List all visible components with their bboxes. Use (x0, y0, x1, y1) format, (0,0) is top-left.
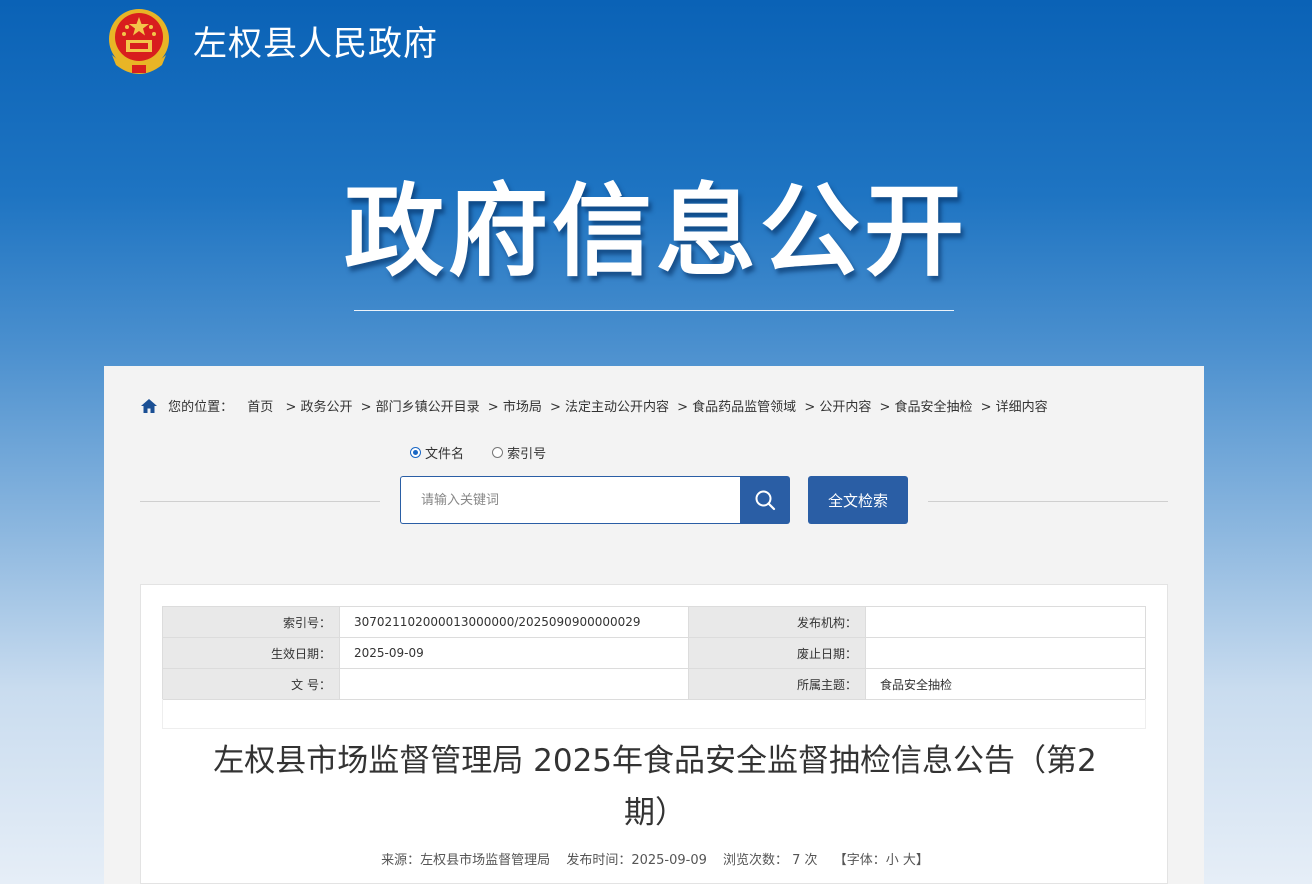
topic-value: 食品安全抽检 (865, 668, 1146, 700)
index-key: 索引号： (162, 606, 340, 638)
org-key: 发布机构： (688, 606, 866, 638)
article-source: 来源：左权县市场监督管理局 (381, 853, 551, 868)
radio-filename-label: 文件名 (425, 447, 465, 462)
radio-filename-dot[interactable] (410, 447, 421, 458)
site-name[interactable]: 左权县人民政府 (193, 16, 438, 65)
content-panel: 您的位置： 首页 > 政务公开 > 部门乡镇公开目录 > 市场局 > 法定主动公… (104, 366, 1204, 884)
search-icon (755, 490, 776, 511)
org-value (865, 606, 1146, 638)
radio-filename[interactable]: 文件名 (410, 443, 464, 462)
article-container: 索引号： 307021102000013000000/2025090900000… (140, 584, 1168, 884)
site-header: 左权县人民政府 (0, 0, 1312, 90)
breadcrumb-item-dept-directory[interactable]: > 部门乡镇公开目录 (361, 400, 480, 415)
expire-date-value (865, 637, 1146, 669)
font-size-control[interactable]: 【字体：小 大】 (834, 853, 929, 868)
breadcrumb-item-detail: > 详细内容 (980, 400, 1048, 415)
breadcrumb-item-gov-affairs[interactable]: > 政务公开 (285, 400, 352, 415)
metadata-spacer (162, 699, 1146, 729)
radio-index-label: 索引号 (507, 447, 547, 462)
radio-index[interactable]: 索引号 (492, 443, 546, 462)
table-row: 索引号： 307021102000013000000/2025090900000… (162, 606, 1146, 638)
effective-date-key: 生效日期： (162, 637, 340, 669)
table-row: 生效日期： 2025-09-09 废止日期： (162, 637, 1146, 669)
search-input[interactable] (419, 477, 723, 523)
doc-number-value (339, 668, 689, 700)
doc-number-key: 文 号： (162, 668, 340, 700)
hero-title: 政府信息公开 (344, 173, 968, 290)
breadcrumb-item-food-sampling[interactable]: > 食品安全抽检 (879, 400, 972, 415)
home-icon (141, 399, 157, 413)
table-row: 文 号： 所属主题： 食品安全抽检 (162, 668, 1146, 700)
breadcrumb-item-home[interactable]: 首页 (247, 400, 273, 415)
index-value: 307021102000013000000/2025090900000029 (339, 606, 689, 638)
effective-date-value: 2025-09-09 (339, 637, 689, 669)
radio-index-dot[interactable] (492, 447, 504, 458)
expire-date-key: 废止日期： (688, 637, 866, 669)
search-divider-left (140, 501, 380, 502)
article-views: 浏览次数： 7 次 (723, 853, 818, 868)
metadata-table: 索引号： 307021102000013000000/2025090900000… (162, 606, 1146, 700)
search-button[interactable] (740, 476, 790, 524)
breadcrumb-item-public-content[interactable]: > 公开内容 (804, 400, 871, 415)
breadcrumb-item-market-bureau[interactable]: > 市场局 (488, 400, 542, 415)
topic-key: 所属主题： (688, 668, 866, 700)
hero-divider (354, 310, 954, 311)
breadcrumb-prefix: 您的位置： (168, 400, 234, 415)
national-emblem-icon[interactable] (104, 5, 174, 79)
article-title: 左权县市场监督管理局 2025年食品安全监督抽检信息公告（第2期） (213, 743, 1097, 831)
search-box (400, 476, 740, 524)
fulltext-search-button[interactable]: 全文检索 (808, 476, 908, 524)
breadcrumb: 您的位置： 首页 > 政务公开 > 部门乡镇公开目录 > 市场局 > 法定主动公… (140, 396, 1052, 415)
article-info: 来源：左权县市场监督管理局 发布时间：2025-09-09 浏览次数： 7 次 … (141, 849, 1169, 868)
breadcrumb-item-statutory[interactable]: > 法定主动公开内容 (550, 400, 669, 415)
search-divider-right (928, 501, 1168, 502)
breadcrumb-item-food-drug[interactable]: > 食品药品监管领域 (677, 400, 796, 415)
article-published: 发布时间：2025-09-09 (566, 853, 707, 868)
search-type-radios: 文件名 索引号 (410, 443, 570, 462)
